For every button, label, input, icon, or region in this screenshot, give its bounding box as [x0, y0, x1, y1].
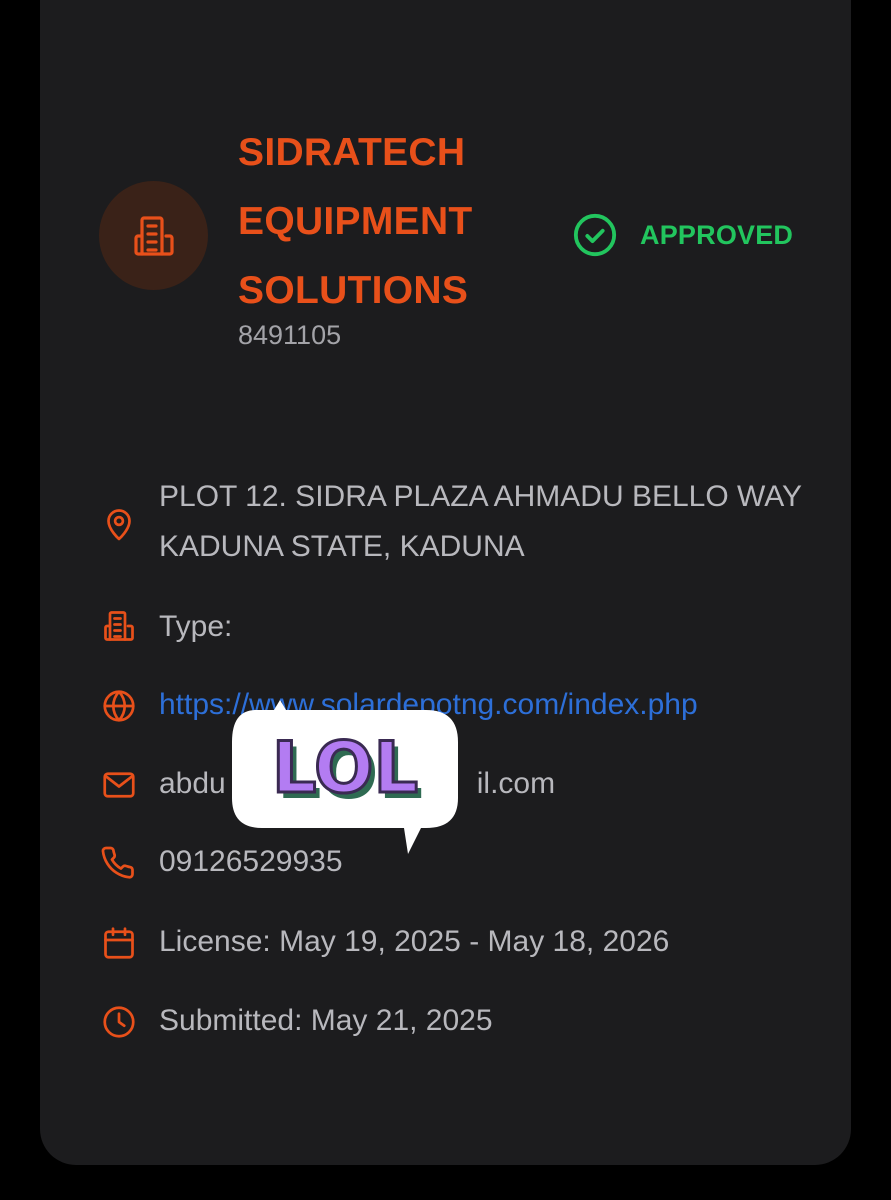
check-circle-icon: [573, 213, 617, 257]
license-text: License: May 19, 2025 - May 18, 2026: [159, 925, 670, 958]
company-id: 8491105: [238, 320, 342, 350]
calendar-icon: [104, 927, 134, 959]
company-name: SIDRATECH EQUIPMENT SOLUTIONS: [238, 131, 473, 312]
address-text: PLOT 12. SIDRA PLAZA AHMADU BELLO WAY KA…: [159, 480, 802, 563]
company-avatar: [99, 181, 208, 290]
building-icon: [133, 215, 174, 256]
email-start: abdu: [159, 767, 226, 800]
status-label: APPROVED: [640, 219, 794, 250]
phone-icon: [101, 846, 134, 879]
email-end: il.com: [476, 767, 556, 800]
status-badge: APPROVED: [572, 212, 793, 258]
submitted-text: Submitted: May 21, 2025: [159, 1004, 493, 1037]
map-pin-icon: [107, 509, 131, 541]
globe-icon: [103, 690, 135, 722]
clock-icon: [103, 1006, 135, 1038]
mail-icon: [103, 772, 135, 798]
type-label: Type:: [159, 610, 233, 643]
sticker-text: LOL: [272, 727, 418, 809]
lol-sticker: LOL LOL: [232, 700, 458, 854]
building-icon: [104, 611, 134, 641]
